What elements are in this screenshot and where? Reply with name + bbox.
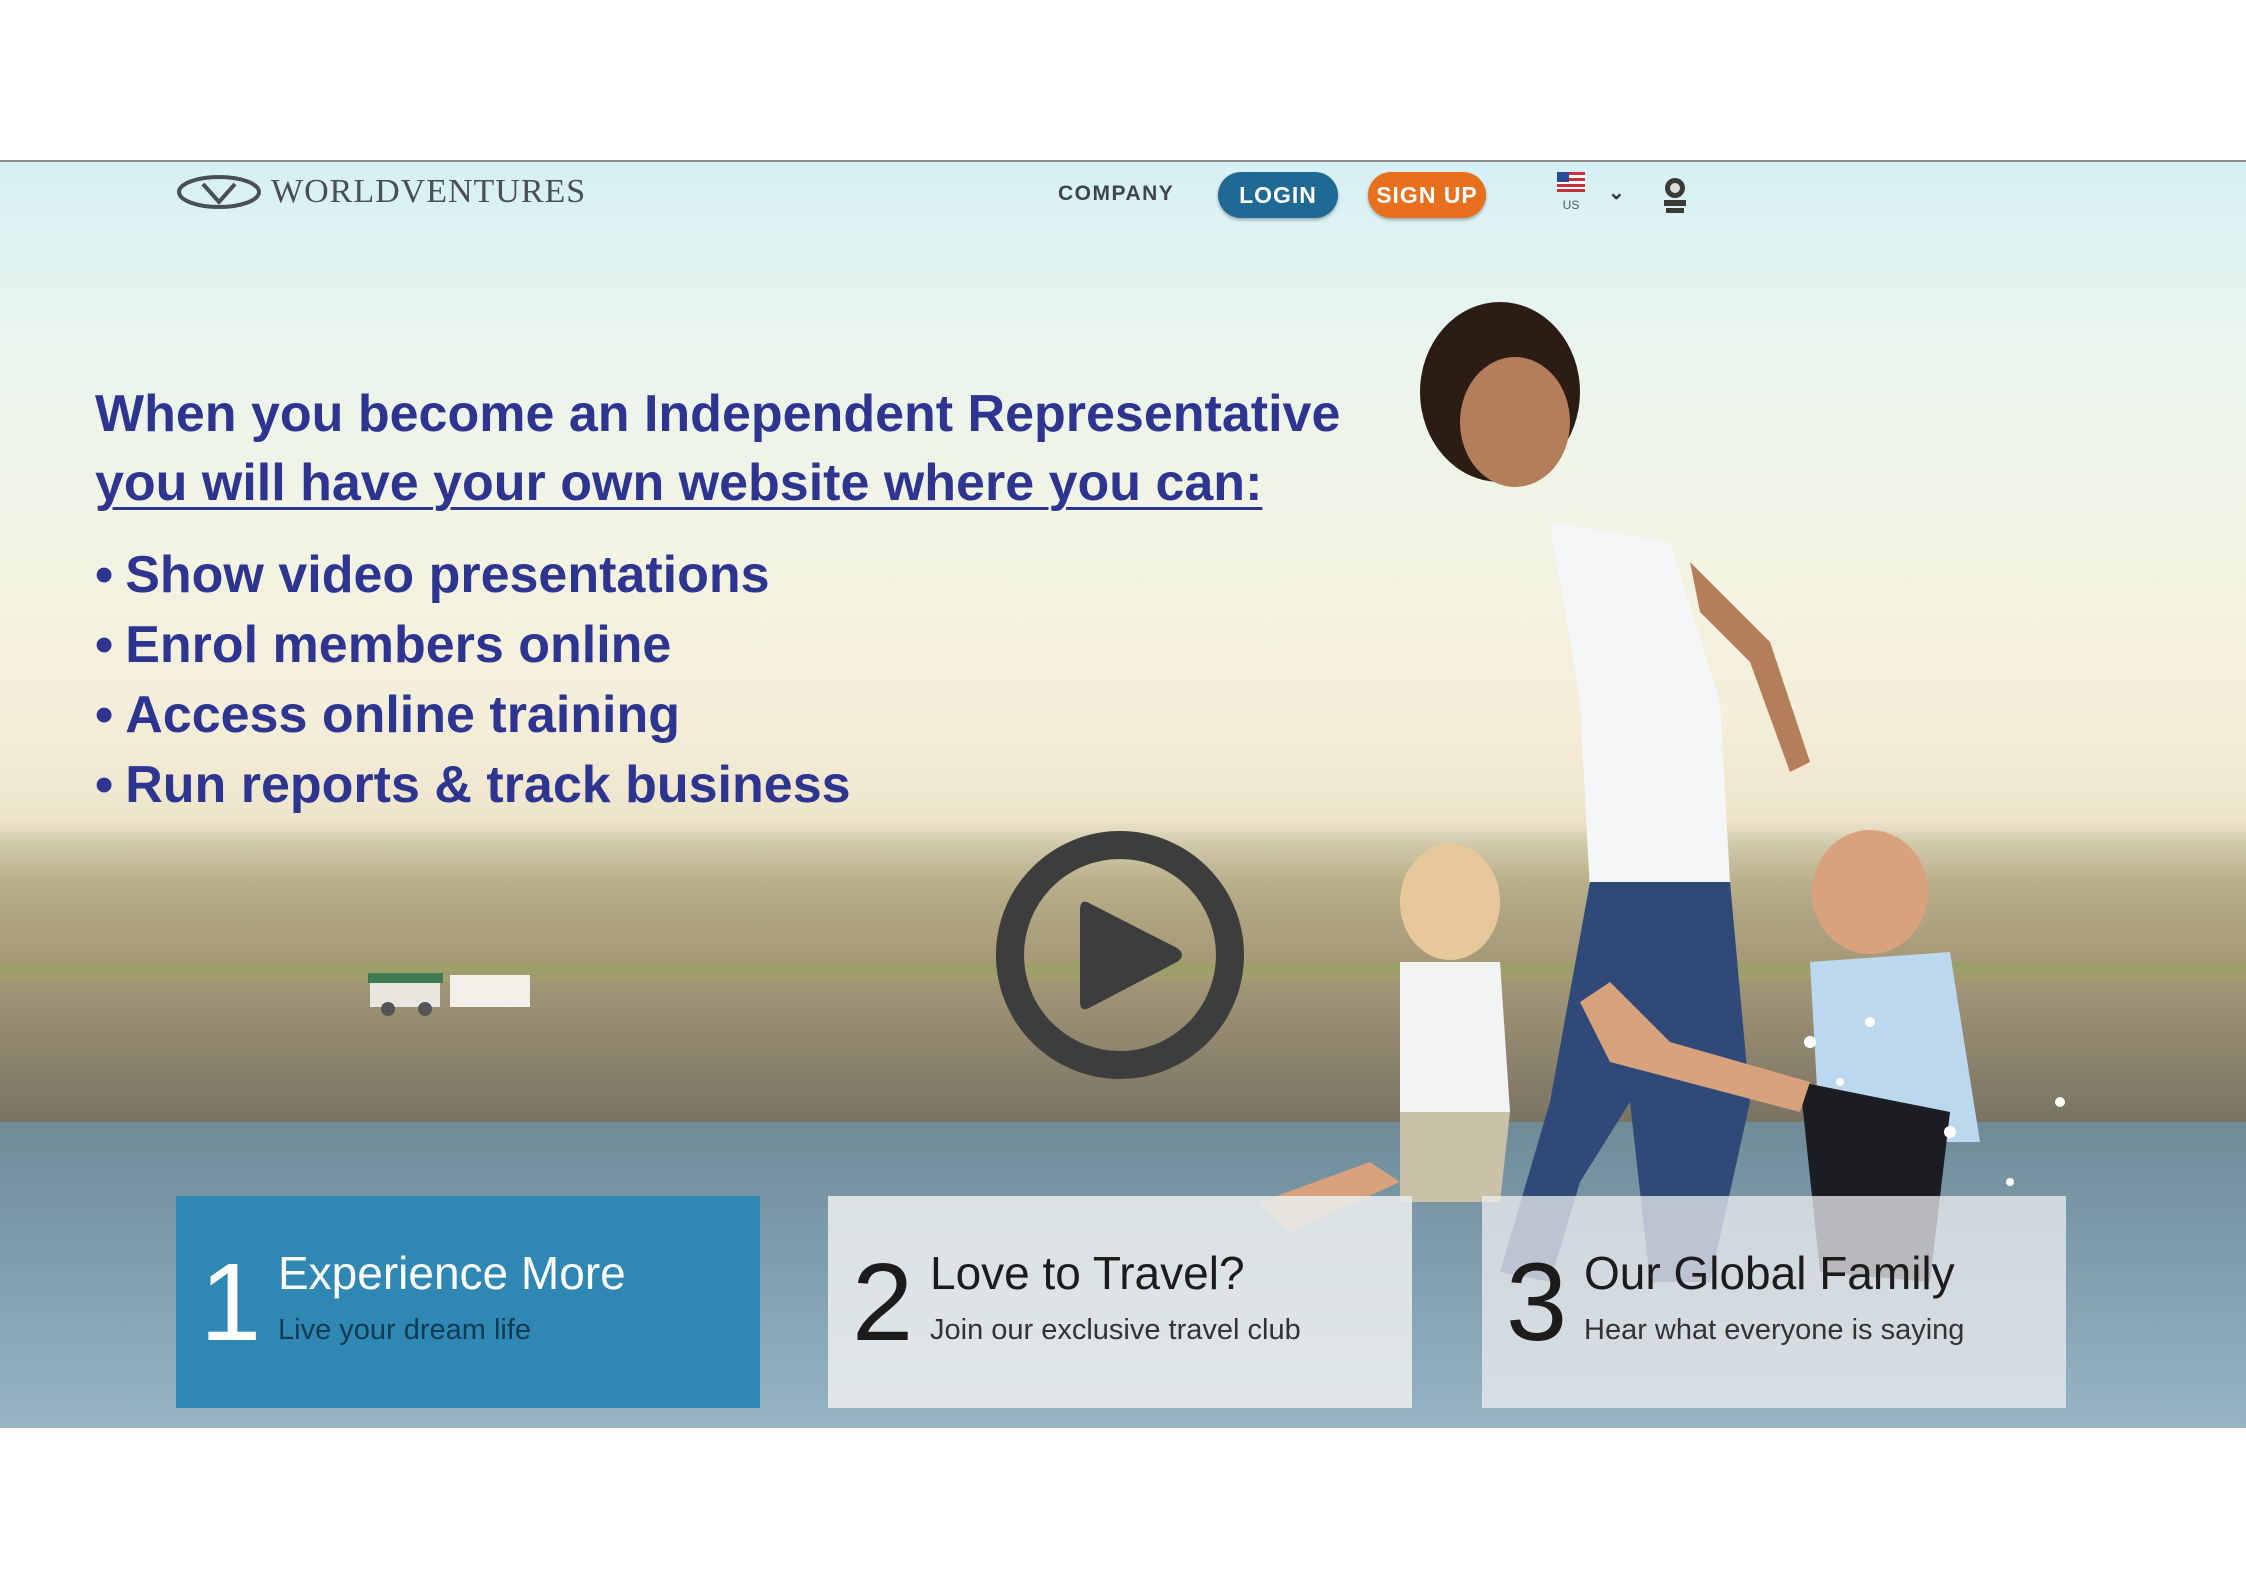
feature-item: Enrol members online — [95, 610, 851, 680]
country-selector[interactable]: US — [1556, 172, 1586, 212]
card-title: Love to Travel? — [930, 1247, 1245, 1299]
feature-item: Run reports & track business — [95, 750, 850, 820]
play-icon[interactable] — [995, 830, 1245, 1080]
feature-list: Show video presentations Enrol members o… — [95, 540, 851, 820]
nav-company-link[interactable]: COMPANY — [1058, 182, 1174, 206]
slide: WORLDVENTURES COMPANY LOGIN SIGN UP US ⌄… — [0, 0, 2246, 1588]
headline-line-2: you will have your own website where you… — [95, 454, 1263, 512]
card-global-family[interactable]: 3 Our Global Family Hear what everyone i… — [1482, 1196, 2066, 1408]
site-header: WORLDVENTURES COMPANY LOGIN SIGN UP US ⌄ — [0, 162, 2246, 232]
card-number: 1 — [200, 1241, 262, 1364]
country-label: US — [1562, 198, 1580, 212]
headline: When you become an Independent Represent… — [95, 380, 1340, 518]
travel-badge-icon[interactable] — [1658, 172, 1692, 218]
logo-icon — [177, 175, 261, 209]
logo-text: WORLDVENTURES — [271, 173, 587, 210]
signup-button[interactable]: SIGN UP — [1368, 172, 1486, 218]
card-subtitle: Join our exclusive travel club — [930, 1314, 1301, 1346]
feature-item: Show video presentations — [95, 540, 851, 610]
card-experience-more[interactable]: 1 Experience More Live your dream life — [176, 1196, 760, 1408]
us-flag-icon — [1557, 172, 1585, 192]
card-number: 3 — [1506, 1241, 1568, 1364]
chevron-down-icon[interactable]: ⌄ — [1608, 180, 1625, 205]
card-number: 2 — [852, 1241, 914, 1364]
worldventures-logo[interactable]: WORLDVENTURES — [175, 172, 586, 212]
headline-line-1: When you become an Independent Represent… — [95, 385, 1341, 443]
feature-item: Access online training — [95, 680, 851, 750]
login-button[interactable]: LOGIN — [1218, 172, 1338, 218]
card-love-to-travel[interactable]: 2 Love to Travel? Join our exclusive tra… — [828, 1196, 1412, 1408]
card-subtitle: Hear what everyone is saying — [1584, 1314, 1965, 1346]
card-title: Our Global Family — [1584, 1247, 1955, 1299]
card-subtitle: Live your dream life — [278, 1314, 532, 1346]
camper-vehicle — [368, 973, 530, 1016]
card-title: Experience More — [278, 1247, 626, 1299]
